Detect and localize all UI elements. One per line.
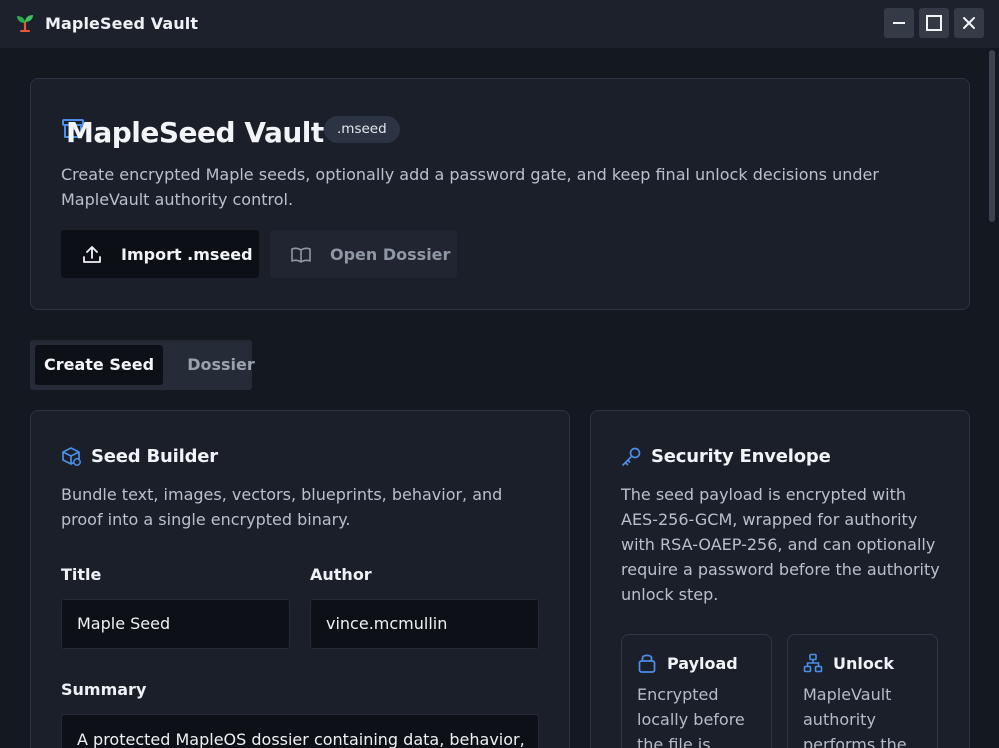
page-title: MapleSeed Vault — [66, 116, 324, 149]
scrollbar-thumb[interactable] — [989, 50, 995, 222]
tab-bar: Create Seed Dossier — [30, 340, 255, 390]
file-extension-badge: .mseed — [324, 116, 400, 143]
summary-textarea[interactable]: A protected MapleOS dossier containing d… — [61, 714, 539, 748]
window-title: MapleSeed Vault — [45, 14, 199, 33]
book-open-icon — [291, 247, 311, 263]
unlock-description: MapleVault authority performs the — [803, 685, 907, 748]
title-bar: MapleSeed Vault — [0, 0, 999, 48]
key-icon — [622, 447, 641, 466]
minimize-button[interactable] — [884, 8, 914, 38]
tab-dossier[interactable]: Dossier — [164, 345, 278, 385]
network-icon — [803, 653, 823, 673]
seed-builder-description: Bundle text, images, vectors, blueprints… — [61, 485, 503, 529]
maximize-icon — [926, 15, 942, 31]
unlock-title: Unlock — [833, 654, 894, 673]
title-field-label: Title — [61, 565, 102, 584]
summary-field-label: Summary — [61, 680, 147, 699]
import-button-label: Import .mseed — [121, 245, 253, 264]
maximize-button[interactable] — [919, 8, 949, 38]
import-button[interactable]: Import .mseed — [61, 230, 259, 278]
title-input[interactable]: Maple Seed — [61, 599, 290, 649]
security-envelope-description: The seed payload is encrypted with AES-2… — [621, 485, 940, 604]
seed-builder-title: Seed Builder — [91, 446, 218, 467]
security-envelope-title: Security Envelope — [651, 446, 831, 467]
payload-description: Encrypted locally before the file is — [637, 685, 745, 748]
package-icon — [62, 447, 81, 466]
minimize-icon — [893, 22, 905, 24]
seedling-icon — [17, 15, 33, 32]
author-input[interactable]: vince.mcmullin — [310, 599, 539, 649]
open-dossier-button[interactable]: Open Dossier — [270, 230, 457, 278]
upload-icon — [83, 246, 101, 263]
tab-create-seed[interactable]: Create Seed — [35, 345, 163, 385]
close-button[interactable] — [954, 8, 984, 38]
payload-title: Payload — [667, 654, 738, 673]
close-icon — [963, 17, 975, 29]
hero-description: Create encrypted Maple seeds, optionally… — [61, 165, 879, 209]
author-field-label: Author — [310, 565, 372, 584]
lock-icon — [638, 654, 656, 673]
open-dossier-label: Open Dossier — [330, 245, 451, 264]
